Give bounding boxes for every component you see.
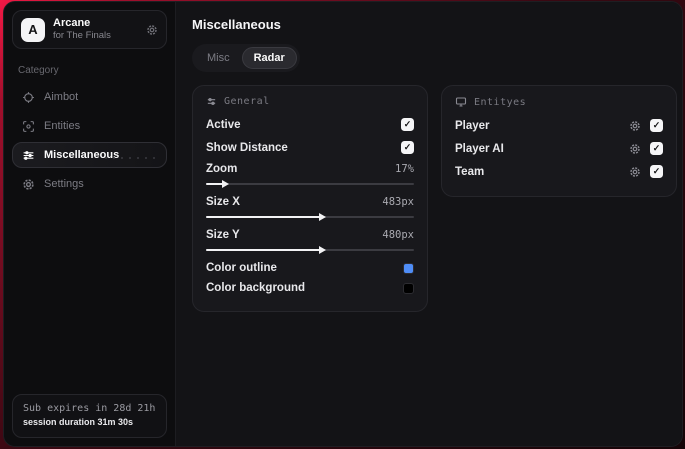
checkbox-player-ai[interactable]: ✓ <box>650 142 663 155</box>
brand-card: A Arcane for The Finals <box>12 10 167 49</box>
check-icon: ✓ <box>652 166 661 176</box>
eye-scan-icon <box>22 120 35 133</box>
sidebar-item-label: Miscellaneous <box>44 149 120 161</box>
tune-icon <box>206 96 217 107</box>
monitor-icon <box>455 96 467 108</box>
color-background-swatch[interactable] <box>403 282 414 294</box>
slider-row-size-x: Size X 483px <box>206 192 414 211</box>
app-logo: A <box>21 17 45 42</box>
gear-icon[interactable] <box>629 166 641 178</box>
slider-row-size-y: Size Y 480px <box>206 225 414 244</box>
slider-fill <box>206 180 229 188</box>
subscription-info: Sub expires in 28d 21h session duration … <box>12 394 167 438</box>
slider-row-zoom: Zoom 17% <box>206 159 414 178</box>
sub-expiry-text: Sub expires in 28d 21h <box>23 403 156 414</box>
entity-row-player-ai: Player AI ✓ <box>455 137 663 160</box>
gear-icon[interactable] <box>629 120 641 132</box>
slider-label: Size Y <box>206 228 240 241</box>
check-icon: ✓ <box>652 143 661 153</box>
size-y-slider[interactable] <box>206 246 414 254</box>
color-row-outline: Color outline <box>206 258 414 278</box>
slider-thumb[interactable] <box>319 213 327 221</box>
gear-icon <box>22 178 35 191</box>
size-x-slider[interactable] <box>206 213 414 221</box>
checkbox-team[interactable]: ✓ <box>650 165 663 178</box>
entities-panel: Entityes Player ✓ Player AI ✓ Team ✓ <box>441 85 677 197</box>
tab-misc[interactable]: Misc <box>195 47 242 69</box>
tab-bar: Misc Radar <box>192 44 300 72</box>
sidebar-item-label: Settings <box>44 178 84 190</box>
color-row-background: Color background <box>206 278 414 298</box>
slider-fill <box>206 246 327 254</box>
zoom-slider[interactable] <box>206 180 414 188</box>
sidebar-item-label: Aimbot <box>44 91 79 103</box>
checkbox-player[interactable]: ✓ <box>650 119 663 132</box>
panels-row: General Active ✓ Show Distance ✓ Zoom 17… <box>192 85 677 312</box>
app-window: A Arcane for The Finals Category Aimbot <box>3 1 683 447</box>
main-content: Miscellaneous Misc Radar General Active <box>176 2 682 446</box>
check-icon: ✓ <box>403 142 412 152</box>
toggle-label: Active <box>206 118 241 131</box>
toggle-row-show-distance: Show Distance ✓ <box>206 136 414 159</box>
sidebar-item-aimbot[interactable]: Aimbot <box>12 84 167 110</box>
entities-panel-title: Entityes <box>474 96 527 108</box>
checkbox-show-distance[interactable]: ✓ <box>401 141 414 154</box>
color-outline-swatch[interactable] <box>403 262 414 274</box>
entity-label: Player <box>455 119 490 132</box>
toggle-label: Show Distance <box>206 141 288 154</box>
checkbox-active[interactable]: ✓ <box>401 118 414 131</box>
check-icon: ✓ <box>652 120 661 130</box>
session-duration-text: session duration 31m 30s <box>23 417 134 427</box>
general-panel-header: General <box>206 96 414 107</box>
app-title: Arcane <box>53 17 91 29</box>
entity-label: Team <box>455 165 485 178</box>
sidebar-item-miscellaneous[interactable]: Miscellaneous <box>12 142 167 168</box>
general-panel: General Active ✓ Show Distance ✓ Zoom 17… <box>192 85 428 312</box>
sliders-icon <box>22 149 35 162</box>
color-label: Color background <box>206 282 306 294</box>
slider-value: 480px <box>382 228 414 241</box>
entities-panel-header: Entityes <box>455 96 663 108</box>
entity-label: Player AI <box>455 142 504 155</box>
sidebar-item-label: Entities <box>44 120 81 132</box>
category-label: Category <box>18 65 59 76</box>
general-panel-title: General <box>224 96 270 107</box>
sidebar: A Arcane for The Finals Category Aimbot <box>4 2 176 446</box>
slider-thumb[interactable] <box>221 180 229 188</box>
crosshair-icon <box>22 91 35 104</box>
slider-value: 17% <box>395 162 414 175</box>
slider-value: 483px <box>382 195 414 208</box>
sidebar-nav: Aimbot Entities Miscellaneous Settings <box>12 84 167 197</box>
color-label: Color outline <box>206 262 277 274</box>
entity-row-player: Player ✓ <box>455 114 663 137</box>
slider-thumb[interactable] <box>319 246 327 254</box>
brand-text: Arcane for The Finals <box>53 17 138 42</box>
page-title: Miscellaneous <box>192 17 281 32</box>
gear-icon[interactable] <box>146 24 158 36</box>
slider-label: Zoom <box>206 162 238 175</box>
entity-row-team: Team ✓ <box>455 160 663 183</box>
slider-label: Size X <box>206 195 240 208</box>
slider-fill <box>206 213 327 221</box>
sidebar-item-settings[interactable]: Settings <box>12 171 167 197</box>
sidebar-item-entities[interactable]: Entities <box>12 113 167 139</box>
app-subtitle: for The Finals <box>53 30 111 41</box>
gear-icon[interactable] <box>629 143 641 155</box>
tab-radar[interactable]: Radar <box>241 47 297 69</box>
toggle-row-active: Active ✓ <box>206 113 414 136</box>
check-icon: ✓ <box>403 119 412 129</box>
